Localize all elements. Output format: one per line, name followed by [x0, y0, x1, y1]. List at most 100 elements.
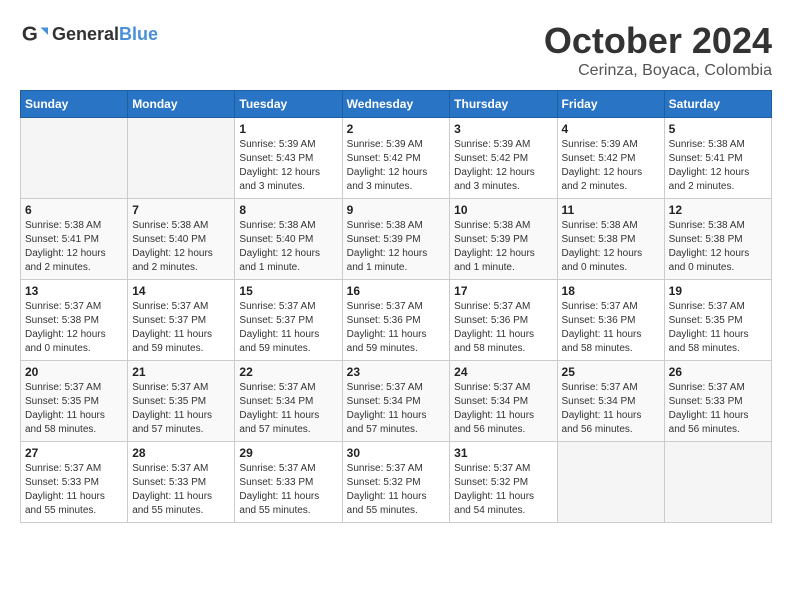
- day-info: Sunrise: 5:39 AM Sunset: 5:43 PM Dayligh…: [239, 138, 337, 194]
- calendar-cell: 7 Sunrise: 5:38 AM Sunset: 5:40 PM Daylig…: [128, 199, 235, 280]
- day-info: Sunrise: 5:38 AM Sunset: 5:38 PM Dayligh…: [669, 219, 767, 275]
- day-info: Sunrise: 5:37 AM Sunset: 5:36 PM Dayligh…: [347, 300, 446, 356]
- day-number: 8: [239, 203, 337, 217]
- day-info: Sunrise: 5:38 AM Sunset: 5:40 PM Dayligh…: [239, 219, 337, 275]
- calendar-cell: 31Sunrise: 5:37 AM Sunset: 5:32 PM Dayli…: [450, 442, 557, 523]
- calendar-cell: 19Sunrise: 5:37 AM Sunset: 5:35 PM Dayli…: [664, 280, 771, 361]
- day-number: 10: [454, 203, 552, 217]
- day-info: Sunrise: 5:37 AM Sunset: 5:36 PM Dayligh…: [562, 300, 660, 356]
- calendar-cell: 24 Sunrise: 5:37 AM Sunset: 5:34 PM Dayli…: [450, 361, 557, 442]
- title-section: October 2024 Cerinza, Boyaca, Colombia: [544, 20, 772, 80]
- calendar-cell: 15Sunrise: 5:37 AM Sunset: 5:37 PM Dayli…: [235, 280, 342, 361]
- day-number: 23: [347, 365, 446, 379]
- day-info: Sunrise: 5:37 AM Sunset: 5:38 PM Dayligh…: [25, 300, 123, 356]
- calendar-cell: 21Sunrise: 5:37 AM Sunset: 5:35 PM Dayli…: [128, 361, 235, 442]
- calendar-cell: 10 Sunrise: 5:38 AM Sunset: 5:39 PM Dayli…: [450, 199, 557, 280]
- calendar-cell: 13 Sunrise: 5:37 AM Sunset: 5:38 PM Dayli…: [21, 280, 128, 361]
- day-number: 4: [562, 122, 660, 136]
- day-number: 1: [239, 122, 337, 136]
- day-info: Sunrise: 5:37 AM Sunset: 5:34 PM Dayligh…: [347, 381, 446, 437]
- day-number: 24: [454, 365, 552, 379]
- logo-general-text: General: [52, 24, 119, 44]
- calendar-cell: 2 Sunrise: 5:39 AM Sunset: 5:42 PM Daylig…: [342, 118, 450, 199]
- calendar-cell: 26 Sunrise: 5:37 AM Sunset: 5:33 PM Dayli…: [664, 361, 771, 442]
- day-info: Sunrise: 5:37 AM Sunset: 5:37 PM Dayligh…: [132, 300, 230, 356]
- calendar-body: 1 Sunrise: 5:39 AM Sunset: 5:43 PM Daylig…: [21, 118, 772, 523]
- calendar-week-row: 1 Sunrise: 5:39 AM Sunset: 5:43 PM Daylig…: [21, 118, 772, 199]
- day-of-week-header: Monday: [128, 91, 235, 118]
- day-number: 12: [669, 203, 767, 217]
- calendar-week-row: 20 Sunrise: 5:37 AM Sunset: 5:35 PM Dayli…: [21, 361, 772, 442]
- day-number: 22: [239, 365, 337, 379]
- calendar-cell: 29Sunrise: 5:37 AM Sunset: 5:33 PM Dayli…: [235, 442, 342, 523]
- page-title: October 2024: [544, 20, 772, 62]
- day-info: Sunrise: 5:37 AM Sunset: 5:32 PM Dayligh…: [454, 462, 552, 518]
- day-number: 13: [25, 284, 123, 298]
- day-info: Sunrise: 5:39 AM Sunset: 5:42 PM Dayligh…: [562, 138, 660, 194]
- calendar-cell: 6 Sunrise: 5:38 AM Sunset: 5:41 PM Daylig…: [21, 199, 128, 280]
- day-number: 18: [562, 284, 660, 298]
- calendar-cell: 5 Sunrise: 5:38 AM Sunset: 5:41 PM Daylig…: [664, 118, 771, 199]
- svg-text:G: G: [22, 23, 38, 46]
- calendar-cell: 11 Sunrise: 5:38 AM Sunset: 5:38 PM Dayli…: [557, 199, 664, 280]
- calendar-cell: 17Sunrise: 5:37 AM Sunset: 5:36 PM Dayli…: [450, 280, 557, 361]
- day-number: 16: [347, 284, 446, 298]
- calendar-cell: 30Sunrise: 5:37 AM Sunset: 5:32 PM Dayli…: [342, 442, 450, 523]
- calendar-cell: 16 Sunrise: 5:37 AM Sunset: 5:36 PM Dayli…: [342, 280, 450, 361]
- calendar-cell: 28 Sunrise: 5:37 AM Sunset: 5:33 PM Dayli…: [128, 442, 235, 523]
- calendar-cell: 18 Sunrise: 5:37 AM Sunset: 5:36 PM Dayli…: [557, 280, 664, 361]
- calendar-cell: 25 Sunrise: 5:37 AM Sunset: 5:34 PM Dayli…: [557, 361, 664, 442]
- day-number: 26: [669, 365, 767, 379]
- day-number: 15: [239, 284, 337, 298]
- calendar-cell: 14Sunrise: 5:37 AM Sunset: 5:37 PM Dayli…: [128, 280, 235, 361]
- calendar-cell: 3Sunrise: 5:39 AM Sunset: 5:42 PM Daylig…: [450, 118, 557, 199]
- logo-blue-text: Blue: [119, 24, 158, 44]
- day-number: 9: [347, 203, 446, 217]
- day-info: Sunrise: 5:39 AM Sunset: 5:42 PM Dayligh…: [454, 138, 552, 194]
- calendar-cell: 1 Sunrise: 5:39 AM Sunset: 5:43 PM Daylig…: [235, 118, 342, 199]
- day-info: Sunrise: 5:37 AM Sunset: 5:35 PM Dayligh…: [25, 381, 123, 437]
- day-info: Sunrise: 5:37 AM Sunset: 5:34 PM Dayligh…: [454, 381, 552, 437]
- calendar-week-row: 6 Sunrise: 5:38 AM Sunset: 5:41 PM Daylig…: [21, 199, 772, 280]
- day-of-week-header: Saturday: [664, 91, 771, 118]
- day-of-week-header: Wednesday: [342, 91, 450, 118]
- day-info: Sunrise: 5:38 AM Sunset: 5:39 PM Dayligh…: [347, 219, 446, 275]
- calendar-cell: [21, 118, 128, 199]
- day-info: Sunrise: 5:38 AM Sunset: 5:41 PM Dayligh…: [25, 219, 123, 275]
- calendar-week-row: 13 Sunrise: 5:37 AM Sunset: 5:38 PM Dayli…: [21, 280, 772, 361]
- day-info: Sunrise: 5:37 AM Sunset: 5:36 PM Dayligh…: [454, 300, 552, 356]
- day-number: 28: [132, 446, 230, 460]
- calendar-cell: 27 Sunrise: 5:37 AM Sunset: 5:33 PM Dayli…: [21, 442, 128, 523]
- calendar-cell: [557, 442, 664, 523]
- day-info: Sunrise: 5:38 AM Sunset: 5:41 PM Dayligh…: [669, 138, 767, 194]
- day-info: Sunrise: 5:37 AM Sunset: 5:33 PM Dayligh…: [669, 381, 767, 437]
- day-number: 20: [25, 365, 123, 379]
- calendar-cell: 12 Sunrise: 5:38 AM Sunset: 5:38 PM Dayli…: [664, 199, 771, 280]
- day-info: Sunrise: 5:37 AM Sunset: 5:34 PM Dayligh…: [562, 381, 660, 437]
- calendar-cell: 23 Sunrise: 5:37 AM Sunset: 5:34 PM Dayli…: [342, 361, 450, 442]
- day-info: Sunrise: 5:37 AM Sunset: 5:35 PM Dayligh…: [132, 381, 230, 437]
- day-of-week-header: Sunday: [21, 91, 128, 118]
- day-number: 5: [669, 122, 767, 136]
- day-info: Sunrise: 5:37 AM Sunset: 5:34 PM Dayligh…: [239, 381, 337, 437]
- calendar-cell: [128, 118, 235, 199]
- day-info: Sunrise: 5:38 AM Sunset: 5:38 PM Dayligh…: [562, 219, 660, 275]
- day-info: Sunrise: 5:37 AM Sunset: 5:33 PM Dayligh…: [25, 462, 123, 518]
- calendar-cell: 4 Sunrise: 5:39 AM Sunset: 5:42 PM Daylig…: [557, 118, 664, 199]
- day-info: Sunrise: 5:38 AM Sunset: 5:40 PM Dayligh…: [132, 219, 230, 275]
- calendar-cell: [664, 442, 771, 523]
- day-info: Sunrise: 5:37 AM Sunset: 5:33 PM Dayligh…: [132, 462, 230, 518]
- day-number: 27: [25, 446, 123, 460]
- page-subtitle: Cerinza, Boyaca, Colombia: [544, 62, 772, 80]
- day-number: 7: [132, 203, 230, 217]
- day-number: 11: [562, 203, 660, 217]
- day-number: 30: [347, 446, 446, 460]
- day-number: 25: [562, 365, 660, 379]
- day-number: 19: [669, 284, 767, 298]
- day-info: Sunrise: 5:39 AM Sunset: 5:42 PM Dayligh…: [347, 138, 446, 194]
- page-header: G GeneralBlue October 2024 Cerinza, Boya…: [20, 20, 772, 80]
- day-info: Sunrise: 5:37 AM Sunset: 5:33 PM Dayligh…: [239, 462, 337, 518]
- day-info: Sunrise: 5:38 AM Sunset: 5:39 PM Dayligh…: [454, 219, 552, 275]
- day-number: 6: [25, 203, 123, 217]
- day-number: 2: [347, 122, 446, 136]
